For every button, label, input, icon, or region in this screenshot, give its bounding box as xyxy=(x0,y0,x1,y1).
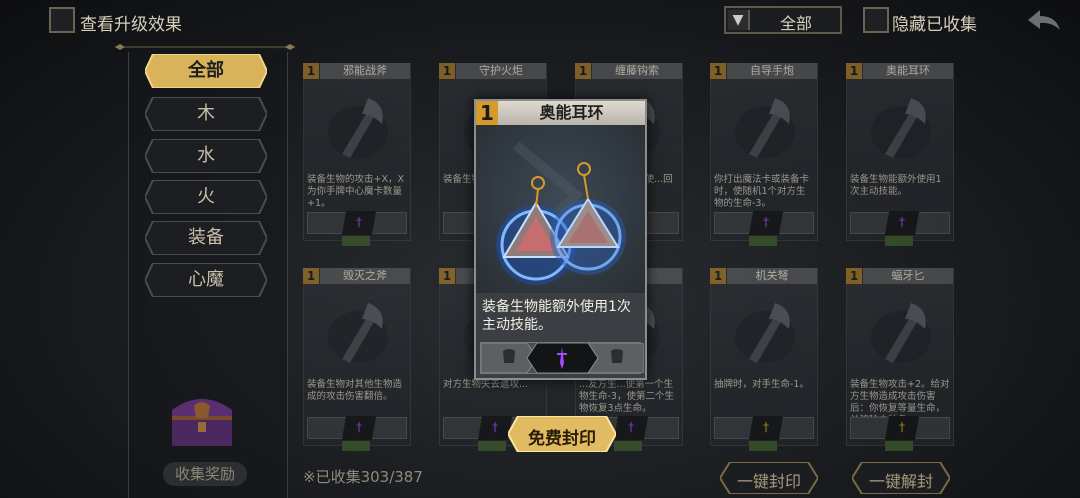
dagger-gem-icon: † xyxy=(763,215,769,229)
card-slot-bar: † xyxy=(850,416,950,440)
card-slot-bar: † xyxy=(307,211,407,235)
collection-card[interactable]: 1 自导手炮你打出魔法卡或装备卡时，使随机1个对方生物的生命-3。 † xyxy=(710,63,818,246)
card-description: 装备生物对其他生物造成的攻击伤害翻倍。 xyxy=(307,379,403,402)
filter-value: 全部 xyxy=(779,14,812,33)
card-tag xyxy=(614,441,642,451)
hide-collected-label[interactable]: 隐藏已收集 xyxy=(892,10,977,35)
card-description: 抽牌时，对手生命-1。 xyxy=(714,379,809,390)
card-slot-bar: † xyxy=(850,211,950,235)
card-level: 1 xyxy=(846,268,862,284)
card-tag xyxy=(749,441,777,451)
one-click-seal-label: 一键封印 xyxy=(736,472,801,491)
top-bar: 查看升级效果 ▼ 全部 隐藏已收集 xyxy=(0,0,1080,44)
card-level: 1 xyxy=(439,268,455,284)
ornament-divider xyxy=(115,44,295,50)
card-level: 1 xyxy=(575,63,591,79)
view-upgrade-label[interactable]: 查看升级效果 xyxy=(80,10,182,35)
popup-card-name: 奥能耳环 xyxy=(498,101,645,125)
card-name: 缠藤钩索 xyxy=(592,63,682,79)
card-name: 奥能耳环 xyxy=(863,63,953,79)
hide-collected-checkbox[interactable] xyxy=(863,7,889,33)
card-description: 你打出魔法卡或装备卡时，使随机1个对方生物的生命-3。 xyxy=(714,174,810,209)
card-tag xyxy=(885,236,913,246)
card-name: 毁灭之斧 xyxy=(320,268,410,284)
category-label: 水 xyxy=(197,145,215,166)
card-name: 守护火炬 xyxy=(456,63,546,79)
card-tag xyxy=(885,441,913,451)
collection-card[interactable]: 1 邪能战斧装备生物的攻击+X，X为你手牌中心魔卡数量+1。 † xyxy=(303,63,411,246)
card-description: 对方生物失去遗攻... xyxy=(443,379,529,390)
card-tag xyxy=(342,441,370,451)
treasure-chest-icon[interactable] xyxy=(164,388,240,450)
card-level: 1 xyxy=(710,268,726,284)
popup-level: 1 xyxy=(476,101,498,125)
dagger-gem-icon: † xyxy=(763,420,769,434)
card-art-icon xyxy=(855,84,947,170)
earring-art-icon xyxy=(476,125,645,293)
collection-card[interactable]: 1蝠牙匕装备生物攻击+2。给对方生物造成攻击伤害后：你恢复等量生命，并移除本装备… xyxy=(846,268,954,451)
popup-description: 装备生物能额外使用1次主动技能。 xyxy=(482,299,631,333)
category-label: 心魔 xyxy=(188,269,224,290)
card-name: 机关弩 xyxy=(727,268,817,284)
category-equipment[interactable]: 装备 xyxy=(145,221,267,255)
back-arrow-icon[interactable] xyxy=(1024,6,1064,36)
dagger-gem-icon: † xyxy=(899,215,905,229)
card-description: ...友方生...使第一个生物生命-3，使第二个生物恢复3点生命。 xyxy=(579,379,674,414)
view-upgrade-checkbox[interactable] xyxy=(49,7,75,33)
one-click-unseal-label: 一键解封 xyxy=(868,472,933,491)
card-tag xyxy=(478,441,506,451)
card-art-icon xyxy=(719,84,811,170)
card-tag xyxy=(342,236,370,246)
dagger-gem-icon: † xyxy=(356,215,362,229)
card-slot-bar: † xyxy=(714,416,814,440)
one-click-seal-button[interactable]: 一键封印 xyxy=(718,461,820,495)
filter-dropdown[interactable]: ▼ 全部 xyxy=(724,6,842,34)
card-level: 1 xyxy=(846,63,862,79)
card-art-icon xyxy=(719,289,811,375)
dagger-gem-icon: † xyxy=(628,420,634,434)
category-demon[interactable]: 心魔 xyxy=(145,263,267,297)
category-label: 火 xyxy=(197,186,215,207)
popup-slot-bar xyxy=(480,342,645,374)
card-description: 装备生物能额外使用1次主动技能。 xyxy=(850,174,942,197)
card-description: 装备生物的攻击+X，X为你手牌中心魔卡数量+1。 xyxy=(307,174,404,209)
category-all[interactable]: 全部 xyxy=(145,54,267,88)
one-click-unseal-button[interactable]: 一键解封 xyxy=(850,461,952,495)
category-water[interactable]: 水 xyxy=(145,139,267,173)
card-level: 1 xyxy=(303,63,319,79)
card-detail-popup: 1 奥能耳环 装备生物能额外使用1次主动技能。 xyxy=(474,99,647,380)
category-label: 全部 xyxy=(188,60,224,81)
dagger-gem-icon: † xyxy=(492,420,498,434)
category-label: 装备 xyxy=(188,227,224,248)
card-name: 蝠牙匕 xyxy=(863,268,953,284)
card-slot-bar: † xyxy=(714,211,814,235)
dagger-gem-icon: † xyxy=(356,420,362,434)
card-name: 邪能战斧 xyxy=(320,63,410,79)
card-level: 1 xyxy=(710,63,726,79)
card-tag xyxy=(749,236,777,246)
dagger-gem-icon: † xyxy=(899,420,905,434)
card-level: 1 xyxy=(303,268,319,284)
card-art-icon xyxy=(312,289,404,375)
collect-reward-button[interactable]: 收集奖励 xyxy=(163,462,247,486)
collection-card[interactable]: 1 毁灭之斧装备生物对其他生物造成的攻击伤害翻倍。 † xyxy=(303,268,411,451)
collected-count: ※已收集303/387 xyxy=(303,468,423,486)
free-seal-label: 免费封印 xyxy=(528,429,596,449)
card-level: 1 xyxy=(439,63,455,79)
collection-card[interactable]: 1 奥能耳环装备生物能额外使用1次主动技能。 † xyxy=(846,63,954,246)
card-name: 自导手炮 xyxy=(727,63,817,79)
card-art-icon xyxy=(312,84,404,170)
free-seal-button[interactable]: 免费封印 xyxy=(506,415,618,453)
card-art-icon xyxy=(855,289,947,375)
category-fire[interactable]: 火 xyxy=(145,180,267,214)
chevron-down-icon[interactable]: ▼ xyxy=(728,10,750,30)
collection-card[interactable]: 1 机关弩抽牌时，对手生命-1。 † xyxy=(710,268,818,451)
card-slot-bar: † xyxy=(307,416,407,440)
category-label: 木 xyxy=(197,103,215,124)
category-wood[interactable]: 木 xyxy=(145,97,267,131)
